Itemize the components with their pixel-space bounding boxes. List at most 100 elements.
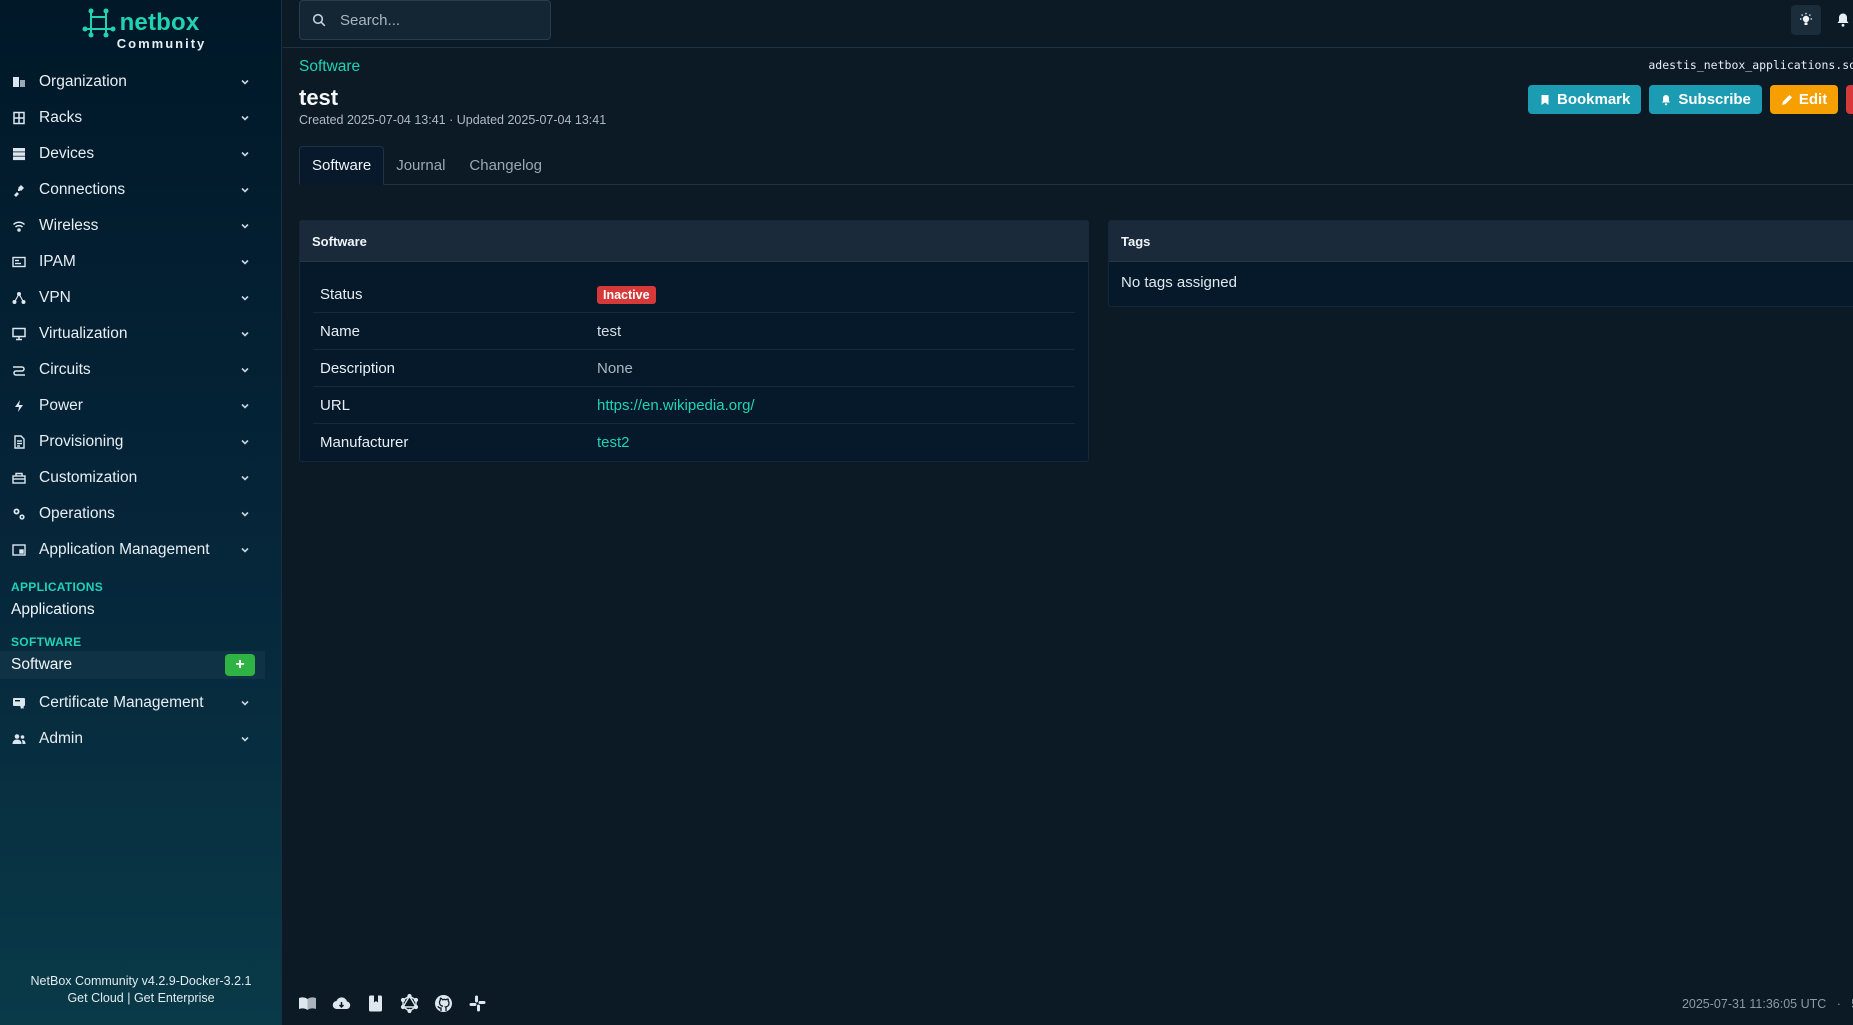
netbox-logo-icon xyxy=(82,8,116,37)
footer-links xyxy=(298,994,487,1013)
tab-journal[interactable]: Journal xyxy=(384,146,457,185)
sidebar-item-certificate-management[interactable]: Certificate Management xyxy=(0,685,281,721)
lightbulb-icon xyxy=(1800,12,1812,25)
circuits-icon xyxy=(11,362,27,378)
power-icon xyxy=(11,398,27,414)
docs-link[interactable] xyxy=(298,994,317,1013)
sidebar-item-racks[interactable]: Racks xyxy=(0,100,281,136)
search-input[interactable] xyxy=(340,11,530,29)
bookmark-label: Bookmark xyxy=(1557,91,1631,108)
sidebar-item-circuits[interactable]: Circuits xyxy=(0,352,281,388)
sidebar-item-vpn[interactable]: VPN xyxy=(0,280,281,316)
bookmark-button[interactable]: Bookmark xyxy=(1528,85,1642,114)
sidebar-item-virtualization[interactable]: Virtualization xyxy=(0,316,281,352)
sidebar-item-label: Organization xyxy=(39,73,127,90)
sidebar-item-label: Devices xyxy=(39,145,95,162)
sidebar-item-connections[interactable]: Connections xyxy=(0,172,281,208)
provisioning-icon xyxy=(11,434,27,450)
attr-key-url: URL xyxy=(320,396,351,414)
admin-icon xyxy=(11,731,27,747)
sidebar-item-admin[interactable]: Admin xyxy=(0,721,281,757)
chevron-down-icon xyxy=(241,700,249,706)
page-title: test xyxy=(299,85,339,110)
url-link[interactable]: https://en.wikipedia.org/ xyxy=(597,397,755,414)
sidebar-item-wireless[interactable]: Wireless xyxy=(0,208,281,244)
created-updated-meta: Created 2025-07-04 13:41 · Updated 2025-… xyxy=(299,113,607,127)
sidebar-item-label: Provisioning xyxy=(39,433,124,450)
theme-toggle-button[interactable] xyxy=(1791,5,1821,35)
pencil-icon xyxy=(1781,94,1792,105)
add-software-button[interactable]: + xyxy=(225,654,255,676)
virtualization-icon xyxy=(11,326,27,342)
sidebar-item-operations[interactable]: Operations xyxy=(0,496,281,532)
sidebar-item-label: Power xyxy=(39,397,83,414)
sidebar-link-applications[interactable]: Applications xyxy=(0,596,281,624)
chevron-down-icon xyxy=(241,187,249,193)
sidebar-item-organization[interactable]: Organization xyxy=(0,64,281,100)
graphql-link[interactable] xyxy=(400,994,419,1013)
bookmark-icon xyxy=(1541,94,1549,105)
sidebar-item-provisioning[interactable]: Provisioning xyxy=(0,424,281,460)
footer-separator: | xyxy=(127,991,131,1005)
sidebar-item-label: Circuits xyxy=(39,361,91,378)
github-link[interactable] xyxy=(434,994,453,1013)
table-row: Status Inactive xyxy=(313,276,1075,313)
attr-value-description: None xyxy=(597,359,633,377)
attr-key-name: Name xyxy=(320,322,361,340)
operations-icon xyxy=(11,506,27,522)
sidebar-nav: Organization Racks Devices Connections W… xyxy=(0,64,281,757)
tags-empty-text: No tags assigned xyxy=(1121,274,1237,291)
server-timestamp: 2025-07-31 11:36:05 UTC xyxy=(1681,997,1827,1011)
chevron-down-icon xyxy=(241,439,249,445)
software-attributes-table: Status Inactive Name test Description No… xyxy=(313,276,1075,461)
subscribe-button[interactable]: Subscribe xyxy=(1649,85,1762,114)
wireless-icon xyxy=(11,218,27,234)
devices-icon xyxy=(11,146,27,162)
chevron-down-icon xyxy=(241,295,249,301)
sidebar-item-application-management[interactable]: Application Management xyxy=(0,532,281,568)
edit-button[interactable]: Edit xyxy=(1769,85,1839,114)
organization-icon xyxy=(11,74,27,90)
manufacturer-link[interactable]: test2 xyxy=(597,434,630,451)
customization-icon xyxy=(11,470,27,486)
chevron-down-icon xyxy=(241,331,249,337)
chevron-down-icon xyxy=(241,367,249,373)
search-box[interactable] xyxy=(299,0,551,40)
footer-dot: · xyxy=(1836,997,1841,1011)
chevron-down-icon xyxy=(241,115,249,121)
software-card: Software Status Inactive Name test Descr… xyxy=(299,220,1089,462)
chevron-down-icon xyxy=(241,736,249,742)
attr-key-status: Status xyxy=(320,285,363,303)
chevron-down-icon xyxy=(241,511,249,517)
sidebar-item-label: Admin xyxy=(39,730,83,747)
get-enterprise-link[interactable]: Get Enterprise xyxy=(134,991,215,1005)
sidebar-link-software[interactable]: Software + xyxy=(0,651,265,679)
delete-button[interactable]: D xyxy=(1846,85,1853,114)
vpn-icon xyxy=(11,290,27,306)
cloud-download-icon xyxy=(332,997,351,1010)
bell-plus-icon xyxy=(1662,94,1671,105)
tab-software[interactable]: Software xyxy=(299,146,385,185)
api-docs-link[interactable] xyxy=(366,994,385,1013)
sidebar-link-software-label: Software xyxy=(11,656,73,673)
sidebar-item-label: Virtualization xyxy=(39,325,128,342)
sidebar-item-ipam[interactable]: IPAM xyxy=(0,244,281,280)
object-tabs: Software Journal Changelog xyxy=(299,146,1853,185)
notifications-bell-icon[interactable] xyxy=(1835,12,1851,28)
slack-link[interactable] xyxy=(468,994,487,1013)
graphql-icon xyxy=(400,994,419,1013)
sidebar-item-power[interactable]: Power xyxy=(0,388,281,424)
sidebar-item-customization[interactable]: Customization xyxy=(0,460,281,496)
cloud-link[interactable] xyxy=(332,994,351,1013)
slack-icon xyxy=(469,995,486,1012)
get-cloud-link[interactable]: Get Cloud xyxy=(67,991,123,1005)
sidebar-section-software: SOFTWARE xyxy=(11,635,82,649)
brand[interactable]: netbox Community xyxy=(0,0,281,56)
subscribe-label: Subscribe xyxy=(1678,91,1751,108)
sidebar-item-devices[interactable]: Devices xyxy=(0,136,281,172)
plus-icon: + xyxy=(235,656,245,673)
breadcrumb-software[interactable]: Software xyxy=(299,58,360,76)
brand-subtitle: Community xyxy=(116,35,207,51)
tab-changelog[interactable]: Changelog xyxy=(457,146,554,185)
github-icon xyxy=(435,995,452,1012)
